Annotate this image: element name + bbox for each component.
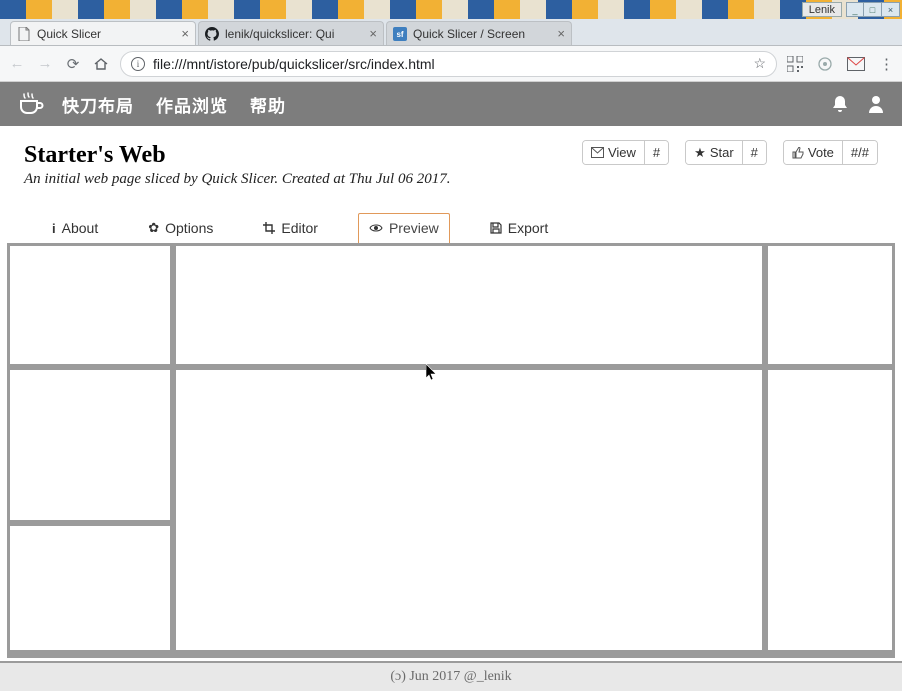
nav-help[interactable]: 帮助 (250, 92, 286, 117)
tab-editor[interactable]: Editor (253, 214, 328, 244)
window-title: Lenik (802, 2, 842, 17)
envelope-icon (591, 147, 604, 158)
tab-label: Quick Slicer (37, 27, 177, 41)
address-bar[interactable]: i file:///mnt/istore/pub/quickslicer/src… (120, 51, 777, 77)
site-info-icon[interactable]: i (131, 57, 145, 71)
window-titlebar: Lenik _ □ × (0, 0, 902, 19)
vote-label: Vote (808, 145, 834, 160)
sourceforge-icon: sf (393, 27, 407, 41)
panel-right-main[interactable] (768, 370, 892, 650)
panel-left-top[interactable] (10, 246, 170, 364)
qr-icon[interactable] (787, 56, 803, 72)
page-title: Starter's Web (24, 142, 582, 169)
tab-about[interactable]: i About (42, 214, 108, 244)
extension-icon[interactable] (817, 56, 833, 72)
thumbs-up-icon (792, 147, 804, 159)
splitter-horizontal[interactable] (10, 364, 892, 370)
browser-tabstrip: Quick Slicer × lenik/quickslicer: Qui × … (0, 19, 902, 46)
eye-icon (369, 223, 383, 233)
tab-close-icon[interactable]: × (365, 26, 377, 41)
tab-preview[interactable]: Preview (358, 213, 450, 245)
svg-text:sf: sf (396, 30, 403, 39)
browser-menu-button[interactable]: ⋮ (879, 55, 894, 73)
minimize-icon: _ (852, 5, 857, 15)
splitter-horizontal[interactable] (10, 650, 892, 655)
tab-about-label: About (62, 220, 99, 236)
save-icon (490, 222, 502, 234)
info-icon: i (52, 221, 56, 236)
page-content: Starter's Web An initial web page sliced… (0, 126, 902, 244)
tab-label: lenik/quickslicer: Qui (225, 27, 365, 41)
crop-icon (263, 222, 275, 234)
panel-left-mid[interactable] (10, 370, 170, 520)
gear-icon: ✿ (148, 220, 159, 236)
tab-export[interactable]: Export (480, 214, 558, 244)
panel-center-top[interactable] (176, 246, 762, 364)
bookmark-star-icon[interactable]: ☆ (753, 55, 766, 72)
window-minimize-button[interactable]: _ (846, 2, 864, 17)
user-icon[interactable] (868, 95, 884, 113)
tab-export-label: Export (508, 220, 548, 236)
tab-close-icon[interactable]: × (177, 26, 189, 41)
bell-icon[interactable] (832, 95, 848, 113)
browser-toolbar: ← → ⟳ i file:///mnt/istore/pub/quickslic… (0, 46, 902, 82)
page-icon (17, 27, 31, 41)
maximize-icon: □ (870, 5, 875, 15)
tab-editor-label: Editor (281, 220, 318, 236)
tab-options[interactable]: ✿ Options (138, 214, 223, 244)
reload-button[interactable]: ⟳ (64, 55, 82, 73)
close-icon: × (888, 5, 893, 15)
url-text: file:///mnt/istore/pub/quickslicer/src/i… (153, 56, 745, 72)
splitter-vertical[interactable] (762, 246, 768, 655)
subtabs: i About ✿ Options Editor Preview Export (42, 212, 878, 244)
preview-workspace (7, 243, 895, 658)
page-subtitle: An initial web page sliced by Quick Slic… (24, 171, 582, 188)
browser-tab-active[interactable]: Quick Slicer × (10, 21, 196, 45)
tab-options-label: Options (165, 220, 213, 236)
footer-text: (ɔ) Jun 2017 @_lenik (390, 669, 511, 685)
star-count: # (742, 141, 766, 164)
star-label: Star (710, 145, 734, 160)
nav-layout[interactable]: 快刀布局 (62, 92, 134, 117)
browser-tab[interactable]: sf Quick Slicer / Screen × (386, 21, 572, 45)
panel-center-main[interactable] (176, 370, 762, 650)
home-button[interactable] (92, 56, 110, 72)
tab-close-icon[interactable]: × (553, 26, 565, 41)
splitter-horizontal[interactable] (10, 520, 170, 526)
tab-preview-label: Preview (389, 220, 439, 236)
vote-button-group[interactable]: Vote #/# (783, 140, 878, 165)
star-icon: ★ (694, 145, 706, 161)
panel-right-top[interactable] (768, 246, 892, 364)
panel-left-bottom[interactable] (10, 526, 170, 650)
view-count: # (644, 141, 668, 164)
back-button[interactable]: ← (8, 55, 26, 72)
star-button-group[interactable]: ★ Star # (685, 140, 767, 165)
splitter-vertical[interactable] (170, 246, 176, 655)
window-close-button[interactable]: × (882, 2, 900, 17)
action-buttons: View # ★ Star # Vote #/# (582, 140, 878, 165)
tab-label: Quick Slicer / Screen (413, 27, 553, 41)
github-icon (205, 27, 219, 41)
vote-count: #/# (842, 141, 877, 164)
window-maximize-button[interactable]: □ (864, 2, 882, 17)
forward-button[interactable]: → (36, 55, 54, 72)
app-logo-icon[interactable] (18, 91, 44, 117)
mail-icon[interactable] (847, 57, 865, 71)
view-button-group[interactable]: View # (582, 140, 669, 165)
page-footer: (ɔ) Jun 2017 @_lenik (0, 661, 902, 691)
nav-browse[interactable]: 作品浏览 (156, 92, 228, 117)
browser-tab[interactable]: lenik/quickslicer: Qui × (198, 21, 384, 45)
view-label: View (608, 145, 636, 160)
app-header: 快刀布局 作品浏览 帮助 (0, 82, 902, 126)
